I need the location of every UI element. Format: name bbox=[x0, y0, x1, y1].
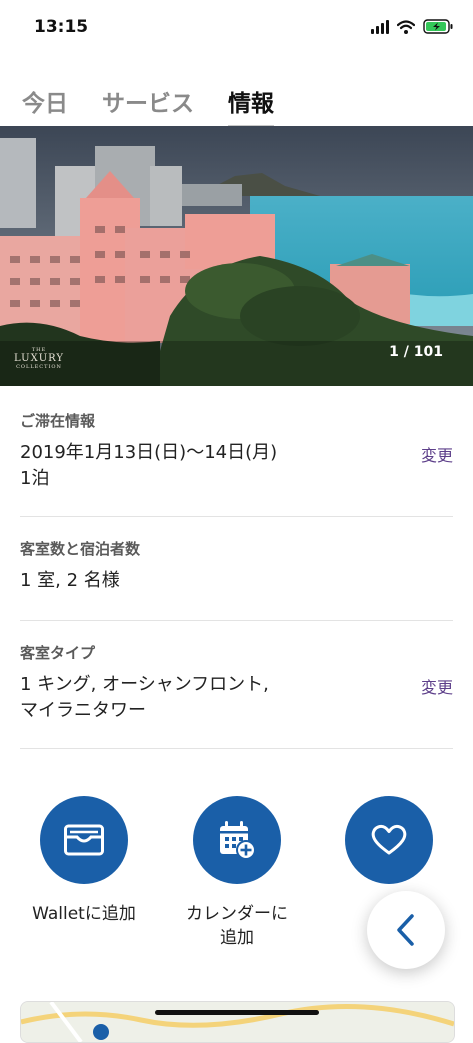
add-to-calendar-label-line2: 追加 bbox=[220, 928, 254, 948]
chevron-left-icon bbox=[397, 914, 414, 946]
home-indicator bbox=[155, 1010, 319, 1015]
status-bar: 13:15 bbox=[0, 0, 473, 58]
heart-icon bbox=[371, 824, 407, 855]
calendar-add-icon bbox=[220, 821, 256, 860]
logo-text-main: LUXURY bbox=[14, 353, 64, 364]
change-room-button[interactable]: 変更 bbox=[421, 674, 453, 698]
stay-dates: 2019年1月13日(日)〜14日(月) bbox=[20, 442, 278, 463]
battery-charging-icon bbox=[423, 19, 453, 34]
room-type-line1: 1 キング, オーシャンフロント, bbox=[20, 674, 269, 695]
map-preview[interactable] bbox=[20, 1001, 455, 1043]
back-fab-button[interactable] bbox=[367, 891, 445, 969]
add-to-calendar-button[interactable]: カレンダーに 追加 bbox=[162, 796, 312, 950]
add-to-calendar-label-line1: カレンダーに bbox=[186, 904, 288, 924]
wifi-icon bbox=[397, 19, 415, 34]
heart-icon-circle bbox=[345, 796, 433, 884]
tab-info[interactable]: 情報 bbox=[228, 84, 274, 128]
hotel-photo-carousel[interactable]: THE LUXURY COLLECTION 1 / 101 bbox=[0, 126, 473, 386]
status-time: 13:15 bbox=[34, 17, 89, 37]
guests-section: 客室数と宿泊者数 1 室, 2 名様 bbox=[20, 538, 453, 594]
room-type-line2: マイラニタワー bbox=[20, 700, 146, 721]
status-icons bbox=[371, 19, 453, 34]
guests-label: 客室数と宿泊者数 bbox=[20, 540, 141, 558]
room-type-section: 客室タイプ 1 キング, オーシャンフロント, マイラニタワー 変更 bbox=[20, 642, 453, 724]
logo-text-sub: COLLECTION bbox=[16, 364, 62, 370]
divider bbox=[20, 748, 453, 749]
tab-bar: 今日 サービス 情報 bbox=[22, 84, 274, 128]
calendar-icon-circle bbox=[193, 796, 281, 884]
add-to-wallet-button[interactable]: Walletに追加 bbox=[9, 796, 159, 926]
room-type-label: 客室タイプ bbox=[20, 644, 96, 662]
guests-value: 1 室, 2 名様 bbox=[20, 570, 120, 591]
stay-info-label: ご滞在情報 bbox=[20, 412, 96, 430]
luxury-collection-logo: THE LUXURY COLLECTION bbox=[10, 347, 68, 370]
photo-counter: 1 / 101 bbox=[389, 344, 443, 360]
wallet-icon-circle bbox=[40, 796, 128, 884]
divider bbox=[20, 516, 453, 517]
signal-icon bbox=[371, 19, 389, 34]
stay-info-section: ご滞在情報 2019年1月13日(日)〜14日(月) 1泊 変更 bbox=[20, 410, 453, 492]
wallet-icon bbox=[64, 824, 104, 856]
change-stay-button[interactable]: 変更 bbox=[421, 442, 453, 466]
divider bbox=[20, 620, 453, 621]
add-to-wallet-label: Walletに追加 bbox=[32, 904, 136, 924]
map-image bbox=[21, 1002, 454, 1042]
stay-nights: 1泊 bbox=[20, 468, 50, 489]
tab-services[interactable]: サービス bbox=[102, 84, 194, 126]
tab-today[interactable]: 今日 bbox=[22, 84, 68, 126]
add-to-calendar-label: カレンダーに 追加 bbox=[162, 902, 312, 950]
